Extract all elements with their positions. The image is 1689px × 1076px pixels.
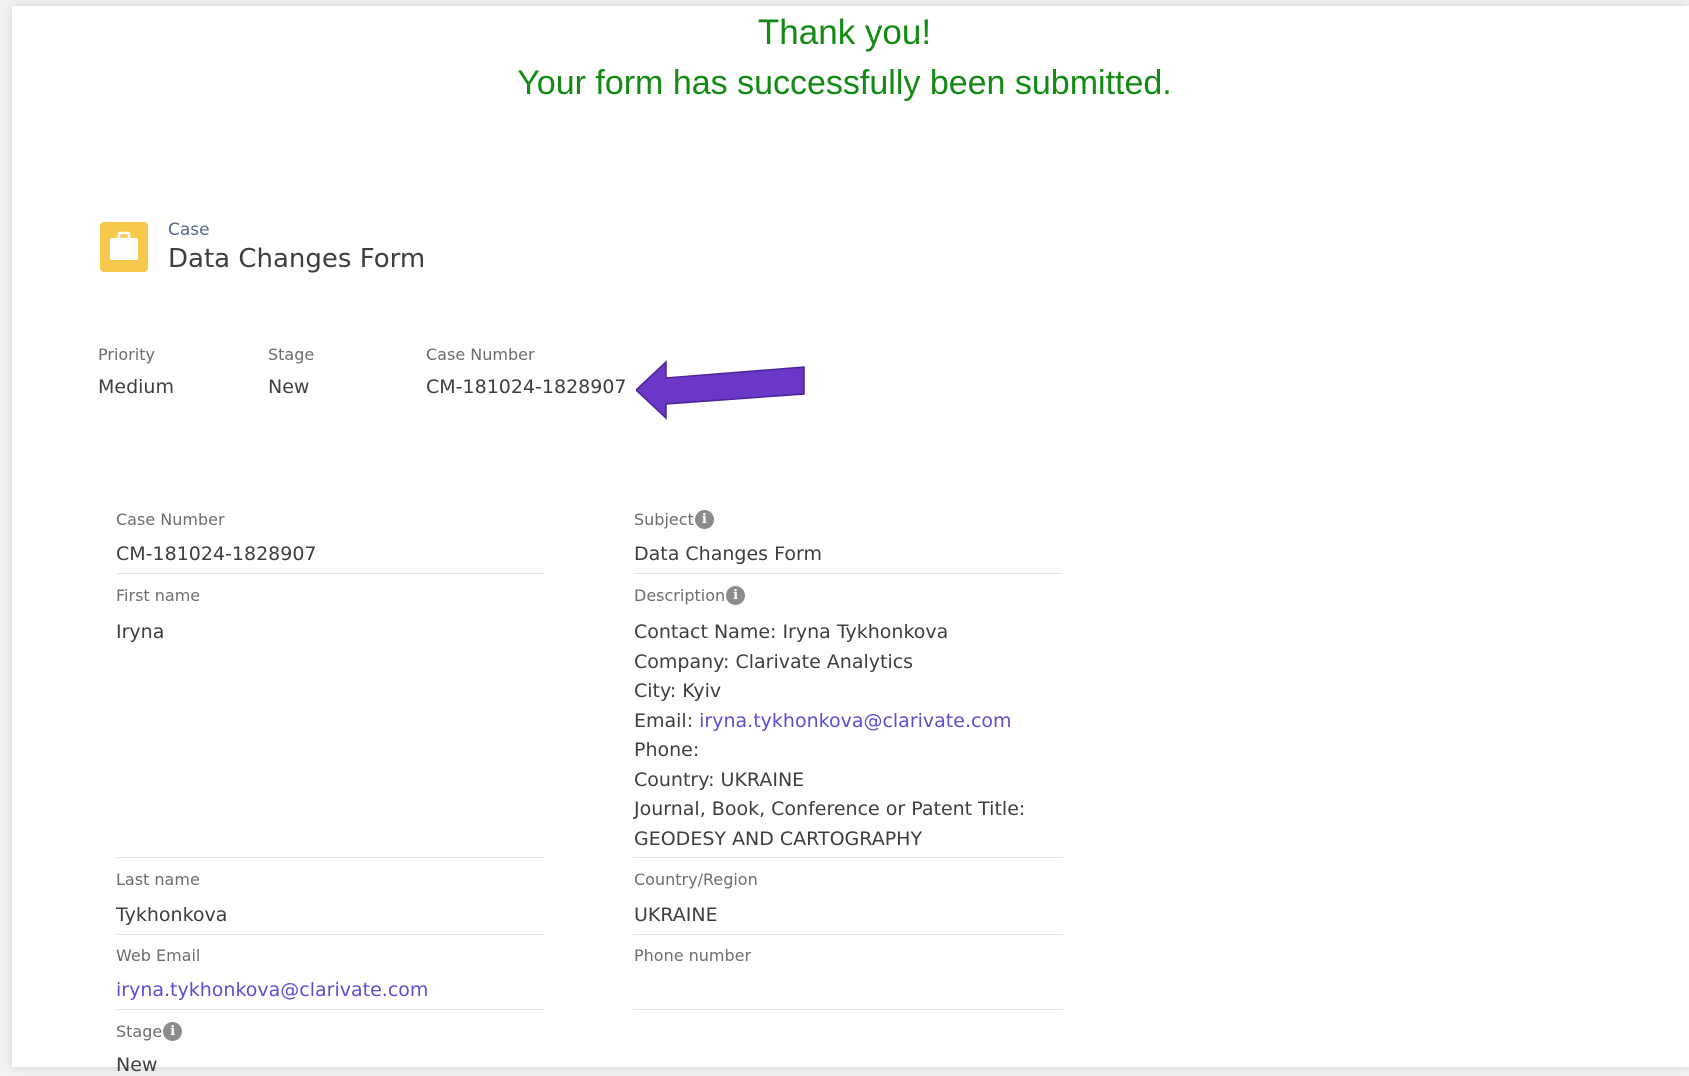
last-name-value: Tykhonkova [116, 904, 228, 926]
case-number-value: CM-181024-1828907 [426, 376, 627, 398]
description-email-prefix: Email: [634, 710, 700, 732]
record-title: Data Changes Form [168, 244, 426, 274]
description-label: Description i [634, 586, 746, 605]
description-title-label: Journal, Book, Conference or Patent Titl… [634, 798, 1026, 820]
description-title-value: GEODESY AND CARTOGRAPHY [634, 828, 923, 850]
stage-value: New [268, 376, 310, 398]
phone-number-label: Phone number [634, 946, 752, 965]
description-label-text: Description [634, 586, 726, 605]
description-company: Company: Clarivate Analytics [634, 651, 914, 673]
case-number-field-value: CM-181024-1828907 [116, 543, 317, 565]
divider [116, 573, 544, 574]
page-surface [12, 6, 1689, 1067]
web-email-link[interactable]: iryna.tykhonkova@clarivate.com [116, 979, 428, 1001]
divider [634, 573, 1062, 574]
country-region-label: Country/Region [634, 870, 758, 889]
first-name-label: First name [116, 586, 201, 605]
description-city: City: Kyiv [634, 680, 722, 702]
description-email: Email: iryna.tykhonkova@clarivate.com [634, 710, 1012, 732]
divider [634, 934, 1062, 935]
description-contact-name: Contact Name: Iryna Tykhonkova [634, 621, 949, 643]
description-email-link[interactable]: iryna.tykhonkova@clarivate.com [699, 710, 1011, 732]
subject-label: Subject i [634, 510, 714, 529]
divider [116, 934, 544, 935]
divider [116, 1009, 544, 1010]
subject-value: Data Changes Form [634, 543, 822, 565]
stage-field-label-text: Stage [116, 1022, 163, 1041]
priority-value: Medium [98, 376, 174, 398]
case-number-field-label: Case Number [116, 510, 225, 529]
stage-field-value: New [116, 1054, 158, 1076]
case-number-label: Case Number [426, 345, 535, 364]
submission-confirmation-message: Your form has successfully been submitte… [517, 64, 1172, 102]
priority-label: Priority [98, 345, 155, 364]
divider [116, 857, 544, 858]
record-type-label: Case [168, 220, 210, 240]
description-country: Country: UKRAINE [634, 769, 805, 791]
first-name-value: Iryna [116, 621, 165, 643]
info-icon[interactable]: i [163, 1022, 183, 1041]
briefcase-icon [100, 222, 148, 272]
country-region-value: UKRAINE [634, 904, 718, 926]
info-icon[interactable]: i [694, 510, 714, 529]
description-phone: Phone: [634, 739, 700, 761]
stage-field-label: Stage i [116, 1022, 183, 1041]
thank-you-heading: Thank you! [757, 13, 932, 52]
info-icon[interactable]: i [726, 586, 746, 605]
last-name-label: Last name [116, 870, 200, 889]
subject-label-text: Subject [634, 510, 694, 529]
web-email-label: Web Email [116, 946, 201, 965]
divider [634, 1009, 1062, 1010]
arrow-left-icon [636, 360, 805, 420]
stage-label: Stage [268, 345, 315, 364]
divider [634, 857, 1062, 858]
